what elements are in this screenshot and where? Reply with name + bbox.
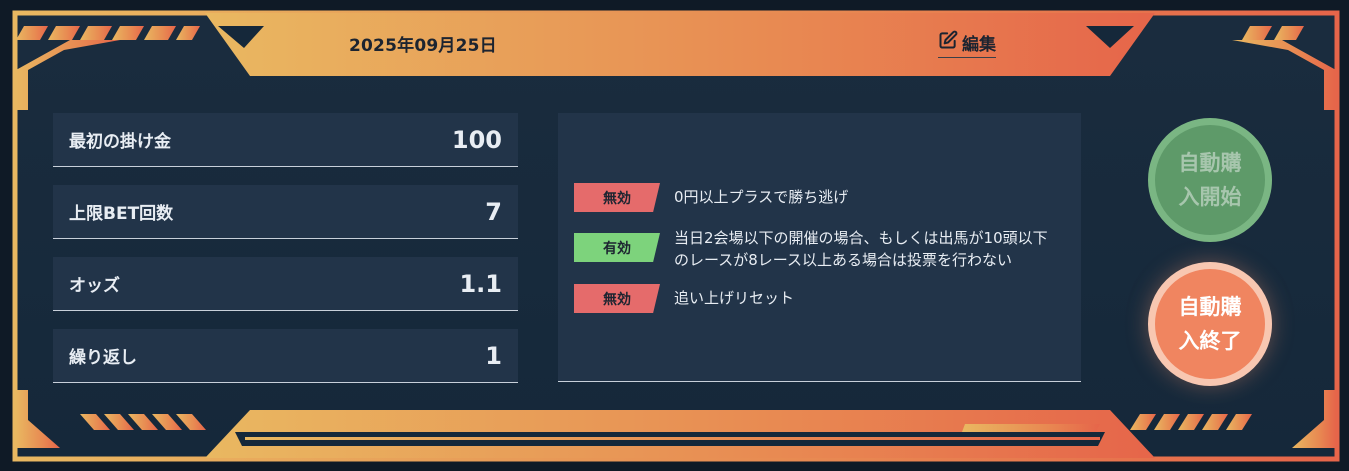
rule-text: 0円以上プラスで勝ち逃げ bbox=[674, 188, 849, 206]
rule-item: 無効 0円以上プラスで勝ち逃げ bbox=[574, 183, 1054, 212]
status-badge-enabled: 有効 bbox=[574, 233, 660, 262]
stat-value: 7 bbox=[485, 197, 502, 226]
status-badge-disabled: 無効 bbox=[574, 284, 660, 313]
settings-stats: 最初の掛け金 100 上限BET回数 7 オッズ 1.1 繰り返し 1 bbox=[53, 113, 518, 401]
stat-label: オッズ bbox=[69, 276, 120, 296]
stat-row-odds: オッズ 1.1 bbox=[53, 257, 518, 311]
stat-label: 最初の掛け金 bbox=[69, 132, 171, 152]
stat-row-max-bet-count: 上限BET回数 7 bbox=[53, 185, 518, 239]
stat-value: 1 bbox=[485, 341, 502, 370]
stat-row-initial-bet: 最初の掛け金 100 bbox=[53, 113, 518, 167]
start-auto-purchase-button[interactable]: 自動購入開始 bbox=[1148, 118, 1272, 242]
status-badge-disabled: 無効 bbox=[574, 183, 660, 212]
edit-label: 編集 bbox=[962, 35, 996, 55]
rule-item: 有効 当日2会場以下の開催の場合、もしくは出馬が10頭以下のレースが8レース以上… bbox=[574, 227, 1054, 271]
stat-label: 繰り返し bbox=[69, 348, 137, 368]
stat-value: 1.1 bbox=[459, 269, 502, 298]
rule-item: 無効 追い上げリセット bbox=[574, 284, 1054, 313]
stop-auto-purchase-button[interactable]: 自動購入終了 bbox=[1148, 262, 1272, 386]
pencil-square-icon bbox=[938, 30, 958, 55]
stop-button-label: 自動購入終了 bbox=[1178, 295, 1242, 353]
start-button-label: 自動購入開始 bbox=[1178, 151, 1242, 209]
stat-value: 100 bbox=[451, 125, 502, 154]
stat-label: 上限BET回数 bbox=[69, 204, 174, 224]
stat-row-repeat: 繰り返し 1 bbox=[53, 329, 518, 383]
rule-text: 当日2会場以下の開催の場合、もしくは出馬が10頭以下のレースが8レース以上ある場… bbox=[674, 229, 1048, 269]
header-date: 2025年09月25日 bbox=[349, 36, 497, 56]
edit-button[interactable]: 編集 bbox=[938, 30, 996, 58]
rule-text: 追い上げリセット bbox=[674, 289, 795, 307]
rules-panel: 無効 0円以上プラスで勝ち逃げ 有効 当日2会場以下の開催の場合、もしくは出馬が… bbox=[558, 113, 1081, 382]
